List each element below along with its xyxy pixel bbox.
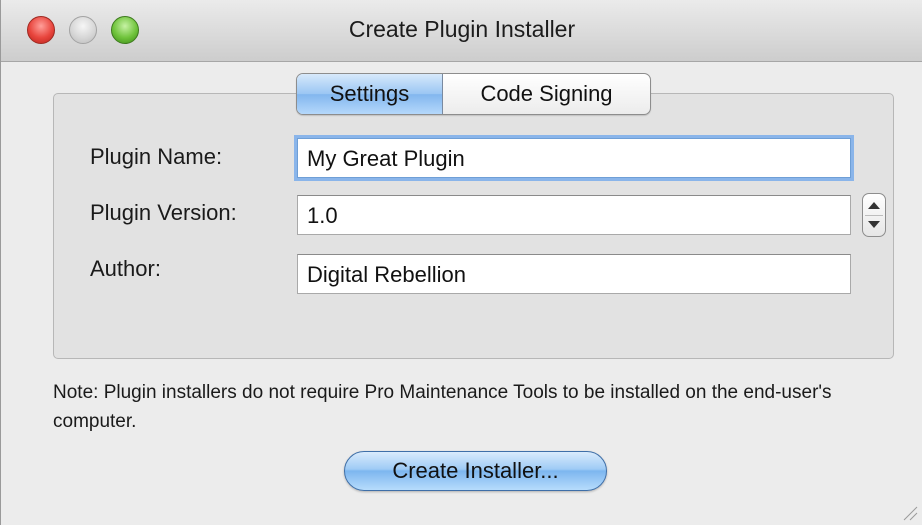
author-label: Author: [90, 256, 161, 281]
installer-note: Note: Plugin installers do not require P… [53, 382, 832, 432]
tab-settings[interactable]: Settings [297, 74, 443, 114]
plugin-version-field[interactable]: 1.0 [297, 195, 851, 235]
title-bar[interactable]: Create Plugin Installer [1, 0, 922, 62]
stepper-divider [865, 215, 883, 216]
version-stepper[interactable] [862, 193, 886, 237]
stepper-up-icon[interactable] [868, 202, 880, 209]
resize-grip-icon[interactable] [900, 503, 918, 521]
create-installer-button[interactable]: Create Installer... [344, 451, 607, 491]
window-title: Create Plugin Installer [348, 16, 576, 42]
stepper-down-icon[interactable] [868, 221, 880, 228]
tab-bar: Settings Code Signing [296, 73, 651, 115]
tab-code-signing[interactable]: Code Signing [443, 74, 650, 114]
plugin-name-label: Plugin Name: [90, 144, 223, 169]
create-plugin-installer-window: Create Plugin Installer Plugin Name: Plu… [0, 0, 922, 525]
author-field[interactable]: Digital Rebellion [297, 254, 851, 294]
plugin-name-field[interactable]: My Great Plugin [297, 138, 851, 178]
plugin-version-label: Plugin Version: [90, 200, 237, 225]
